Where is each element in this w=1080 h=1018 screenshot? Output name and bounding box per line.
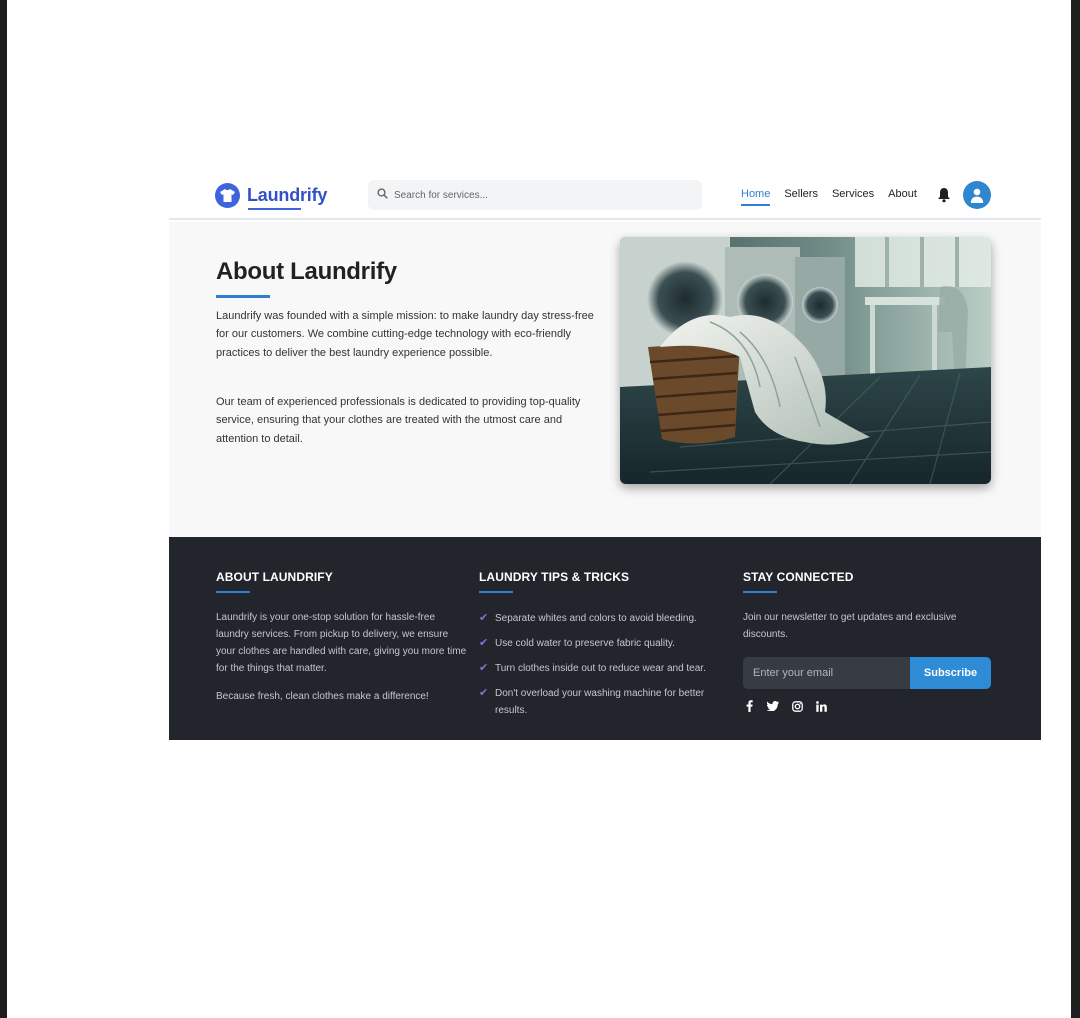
facebook-icon[interactable] [743, 700, 755, 712]
social-links [743, 700, 839, 712]
about-paragraph: Laundrify was founded with a simple miss… [216, 310, 594, 359]
footer-about-tagline: Because fresh, clean clothes make a diff… [216, 691, 429, 702]
site-header: Laundrify Home Sellers Services About [169, 170, 1041, 220]
tip-text: Turn clothes inside out to reduce wear a… [495, 663, 706, 674]
about-section: About Laundrify Laundrify was founded wi… [169, 222, 1041, 537]
webpage: Laundrify Home Sellers Services About [169, 170, 1041, 740]
nav-about[interactable]: About [888, 187, 917, 201]
screenshot-frame: Laundrify Home Sellers Services About [0, 0, 1080, 1018]
footer-tips-underline [479, 591, 513, 593]
check-icon: ✔ [479, 687, 489, 699]
tips-list: ✔ Separate whites and colors to avoid ble… [479, 610, 729, 727]
user-icon[interactable] [963, 181, 991, 209]
tip-text: Use cold water to preserve fabric qualit… [495, 638, 675, 649]
nav-sellers[interactable]: Sellers [784, 187, 818, 201]
brand-name: Laundrify [247, 184, 328, 205]
check-icon: ✔ [479, 662, 489, 674]
newsletter-text: Join our newsletter to get updates and e… [743, 612, 957, 640]
main-nav: Home Sellers Services About [741, 187, 931, 206]
laundry-photo [620, 237, 991, 484]
title-underline [216, 295, 270, 298]
list-item: ✔ Use cold water to preserve fabric quali… [479, 635, 729, 652]
shirt-icon [215, 182, 240, 208]
footer-tips-title: LAUNDRY TIPS & TRICKS [479, 570, 630, 584]
about-paragraph: Our team of experienced professionals is… [216, 396, 581, 445]
subscribe-button[interactable]: Subscribe [910, 657, 991, 689]
check-icon: ✔ [479, 612, 489, 624]
search-bar[interactable] [368, 180, 702, 210]
footer-about-title: ABOUT LAUNDRIFY [216, 570, 333, 584]
window-edge-right [1071, 0, 1080, 1018]
brand-underline [248, 208, 301, 210]
search-input[interactable] [394, 189, 684, 201]
tip-text: Don't overload your washing machine for … [495, 688, 705, 716]
footer-connect-title: STAY CONNECTED [743, 570, 854, 584]
search-icon [377, 186, 388, 204]
site-footer: ABOUT LAUNDRIFY Laundrify is your one-st… [169, 537, 1041, 740]
newsletter-form: Subscribe [743, 657, 991, 689]
brand-link[interactable]: Laundrify [215, 182, 327, 208]
list-item: ✔ Turn clothes inside out to reduce wear … [479, 660, 729, 677]
window-edge-left [0, 0, 7, 1018]
linkedin-icon[interactable] [815, 700, 827, 712]
footer-connect-underline [743, 591, 777, 593]
nav-home[interactable]: Home [741, 187, 771, 206]
check-icon: ✔ [479, 637, 489, 649]
page-title: About Laundrify [216, 258, 397, 285]
nav-services[interactable]: Services [832, 187, 874, 201]
footer-about-underline [216, 591, 250, 593]
bell-icon[interactable] [937, 187, 951, 203]
list-item: ✔ Don't overload your washing machine for… [479, 685, 729, 719]
twitter-icon[interactable] [767, 700, 779, 712]
footer-about-text: Laundrify is your one-stop solution for … [216, 612, 467, 674]
tip-text: Separate whites and colors to avoid blee… [495, 613, 697, 624]
email-field[interactable] [743, 657, 910, 689]
instagram-icon[interactable] [791, 700, 803, 712]
list-item: ✔ Separate whites and colors to avoid ble… [479, 610, 729, 627]
